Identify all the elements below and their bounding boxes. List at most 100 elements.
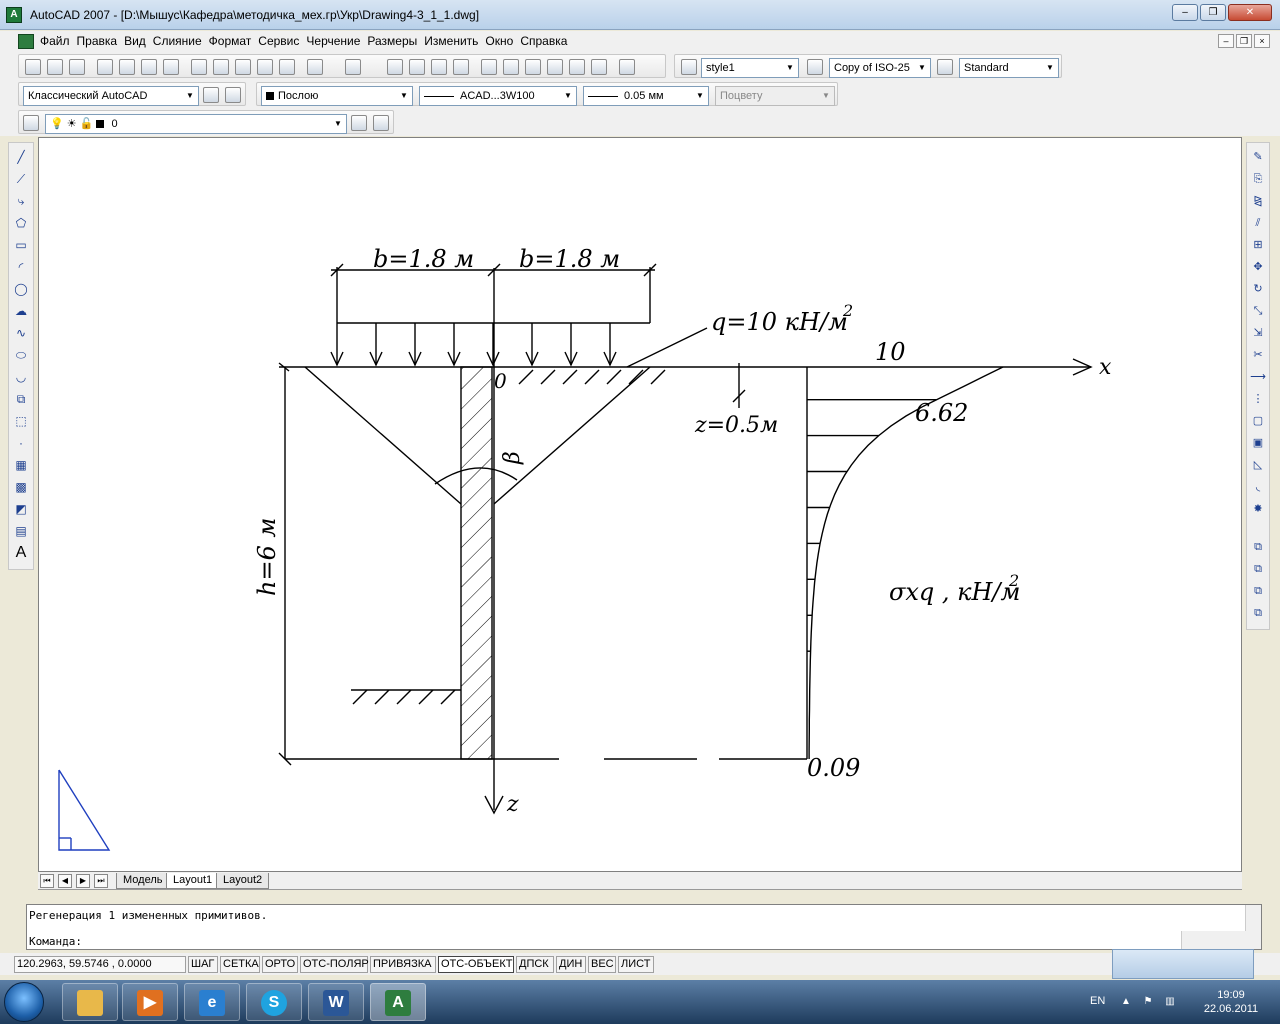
open-icon[interactable] [47, 59, 63, 75]
publish-icon[interactable] [141, 59, 157, 75]
menu-item-5[interactable]: Сервис [258, 34, 306, 48]
communication-center-tray[interactable] [1112, 949, 1254, 979]
command-input[interactable] [123, 933, 1173, 947]
stretch-icon[interactable]: ⇲ [1250, 325, 1266, 341]
undo-icon[interactable] [307, 59, 323, 75]
status-toggle-9[interactable]: ЛИСТ [618, 956, 654, 973]
command-hscrollbar[interactable] [1181, 931, 1261, 949]
next-tab-icon[interactable]: ▶ [76, 874, 90, 888]
properties-icon[interactable] [481, 59, 497, 75]
table-icon[interactable]: ▤ [13, 523, 29, 539]
close-button[interactable]: ✕ [1228, 4, 1272, 21]
status-toggle-1[interactable]: СЕТКА [220, 956, 260, 973]
status-toggle-6[interactable]: ДПСК [516, 956, 554, 973]
menu-item-0[interactable]: Файл [40, 34, 77, 48]
workspace-settings-icon[interactable] [203, 87, 219, 103]
tab-layout1[interactable]: Layout1 [166, 873, 220, 889]
construction-line-icon[interactable]: ⟋ [13, 171, 29, 187]
insert-block-icon[interactable]: ⧉ [13, 391, 29, 407]
drawing-area[interactable]: b=1.8 м b=1.8 м q=10 кН/м 2 0 x z h=6 м … [38, 137, 1242, 872]
plot-preview-icon[interactable] [119, 59, 135, 75]
color-select[interactable]: Послою ▼ [261, 86, 413, 106]
bring-above-objects-icon[interactable]: ⧉ [1250, 605, 1266, 621]
plot-icon[interactable] [97, 59, 113, 75]
scale-icon[interactable]: ⤡ [1250, 303, 1266, 319]
spline-icon[interactable]: ∿ [13, 325, 29, 341]
zoom-window-icon[interactable] [431, 59, 447, 75]
revision-cloud-icon[interactable]: ☁ [13, 303, 29, 319]
new-icon[interactable] [25, 59, 41, 75]
status-toggle-2[interactable]: ОРТО [262, 956, 298, 973]
network-icon[interactable]: ▥ [1164, 996, 1176, 1008]
zoom-previous-icon[interactable] [453, 59, 469, 75]
coordinate-display[interactable]: 120.2963, 59.5746 , 0.0000 [14, 956, 186, 973]
hatch-icon[interactable]: ▦ [13, 457, 29, 473]
text-style-select[interactable]: style1 ▼ [701, 58, 799, 78]
point-icon[interactable]: · [13, 435, 29, 451]
3d-dwf-icon[interactable] [163, 59, 179, 75]
first-tab-icon[interactable]: ⏮ [40, 874, 54, 888]
break-at-point-icon[interactable]: ⋮ [1250, 391, 1266, 407]
status-toggle-0[interactable]: ШАГ [188, 956, 218, 973]
polyline-icon[interactable]: ⤷ [13, 193, 29, 209]
status-toggle-3[interactable]: ОТС-ПОЛЯР [300, 956, 369, 973]
doc-close-button[interactable]: × [1254, 34, 1270, 48]
menu-item-2[interactable]: Вид [124, 34, 153, 48]
menu-item-8[interactable]: Изменить [424, 34, 485, 48]
save-icon[interactable] [69, 59, 85, 75]
text-style-icon[interactable] [681, 59, 697, 75]
table-style-select[interactable]: Standard ▼ [959, 58, 1059, 78]
tab-model[interactable]: Модель [116, 873, 170, 889]
tool-palettes-icon[interactable] [525, 59, 541, 75]
circle-icon[interactable]: ◯ [13, 281, 29, 297]
multiline-text-icon[interactable]: A [13, 545, 29, 561]
lineweight-select[interactable]: 0.05 мм ▼ [583, 86, 709, 106]
layer-select[interactable]: 💡 ☀ 🔓 0 ▼ [45, 114, 347, 134]
fillet-icon[interactable]: ◟ [1250, 479, 1266, 495]
help-icon[interactable] [619, 59, 635, 75]
workspace-select[interactable]: Классический AutoCAD ▼ [23, 86, 199, 106]
line-icon[interactable]: ╱ [13, 149, 29, 165]
taskbar-word[interactable]: W [308, 983, 364, 1021]
redo-icon[interactable] [345, 59, 361, 75]
offset-icon[interactable]: ⫽ [1250, 215, 1266, 231]
layer-properties-icon[interactable] [23, 115, 39, 131]
draw-order-icon[interactable]: ⧉ [1250, 539, 1266, 555]
block-editor-icon[interactable] [279, 59, 295, 75]
tab-layout2[interactable]: Layout2 [216, 873, 270, 889]
extend-icon[interactable]: ⟶ [1250, 369, 1266, 385]
minimize-button[interactable]: ‒ [1172, 4, 1198, 21]
ellipse-icon[interactable]: ⬭ [13, 347, 29, 363]
taskbar-internet-explorer[interactable]: e [184, 983, 240, 1021]
taskbar-autocad[interactable]: A [370, 983, 426, 1021]
gradient-icon[interactable]: ▩ [13, 479, 29, 495]
menu-item-10[interactable]: Справка [520, 34, 574, 48]
ellipse-arc-icon[interactable]: ◡ [13, 369, 29, 385]
polygon-icon[interactable]: ⬠ [13, 215, 29, 231]
rectangle-icon[interactable]: ▭ [13, 237, 29, 253]
menu-item-3[interactable]: Слияние [153, 34, 209, 48]
menu-item-7[interactable]: Размеры [367, 34, 424, 48]
menu-item-1[interactable]: Правка [77, 34, 125, 48]
bring-to-front-icon[interactable]: ⧉ [1250, 561, 1266, 577]
flag-icon[interactable]: ⚑ [1142, 996, 1154, 1008]
menu-item-9[interactable]: Окно [485, 34, 520, 48]
chamfer-icon[interactable]: ◺ [1250, 457, 1266, 473]
break-icon[interactable]: ▢ [1250, 413, 1266, 429]
explode-icon[interactable]: ✸ [1250, 501, 1266, 517]
dim-style-icon[interactable] [807, 59, 823, 75]
taskbar-skype[interactable]: S [246, 983, 302, 1021]
send-to-back-icon[interactable]: ⧉ [1250, 583, 1266, 599]
zoom-realtime-icon[interactable] [409, 59, 425, 75]
sheet-set-icon[interactable] [547, 59, 563, 75]
cut-icon[interactable] [191, 59, 207, 75]
pan-icon[interactable] [387, 59, 403, 75]
arc-icon[interactable]: ◜ [13, 259, 29, 275]
menu-item-4[interactable]: Формат [209, 34, 259, 48]
copy-object-icon[interactable]: ⎘ [1250, 171, 1266, 187]
document-icon[interactable] [18, 34, 34, 49]
start-button[interactable] [4, 982, 44, 1022]
mirror-icon[interactable]: ⧎ [1250, 193, 1266, 209]
erase-icon[interactable]: ✎ [1250, 149, 1266, 165]
save-workspace-icon[interactable] [225, 87, 241, 103]
